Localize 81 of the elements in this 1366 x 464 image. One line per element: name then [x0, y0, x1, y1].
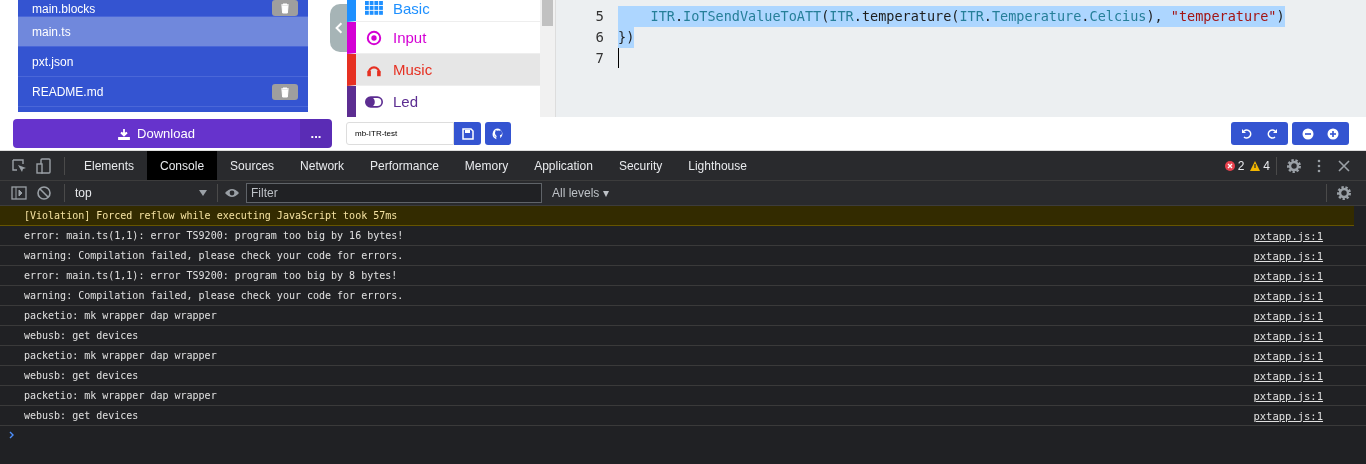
github-icon — [492, 127, 504, 140]
file-item[interactable]: pxt.json — [18, 47, 308, 77]
devtools-tab[interactable]: Lighthouse — [675, 151, 760, 180]
file-name: main.blocks — [32, 2, 96, 16]
devtools-tab[interactable]: Network — [287, 151, 358, 180]
console-message: packetio: mk wrapper dap wrapper — [24, 310, 217, 321]
console-message: webusb: get devices — [24, 330, 139, 341]
console-message: error: main.ts(1,1): error TS9200: program too big by 8 bytes! — [24, 270, 398, 281]
category-label: Music — [393, 61, 433, 78]
console-message: packetio: mk wrapper dap wrapper — [24, 350, 217, 361]
source-link[interactable]: pxtapp.js:1 — [1253, 329, 1323, 342]
devtools-tab[interactable]: Memory — [451, 151, 522, 180]
zoom-out-icon[interactable] — [1302, 127, 1314, 140]
save-button[interactable] — [454, 122, 481, 145]
file-name: main.ts — [32, 24, 71, 39]
console-message: webusb: get devices — [24, 410, 139, 421]
toolbox-category[interactable]: Input — [347, 22, 540, 54]
source-link[interactable]: pxtapp.js:1 — [1253, 289, 1323, 302]
toggle-icon — [365, 93, 383, 110]
devtools-tab[interactable]: Console — [147, 151, 218, 180]
source-link[interactable]: pxtapp.js:1 — [1253, 229, 1323, 242]
file-item[interactable]: README.md — [18, 77, 308, 107]
devtools-tab[interactable]: Security — [605, 151, 676, 180]
category-label: Basic — [393, 0, 430, 17]
toolbox-category[interactable]: Music — [347, 54, 540, 86]
source-link[interactable]: pxtapp.js:1 — [1253, 349, 1323, 362]
caret-icon — [199, 190, 207, 196]
grid-icon — [365, 0, 383, 16]
clear-icon[interactable] — [36, 185, 52, 201]
redo-icon[interactable] — [1266, 127, 1278, 140]
more-button[interactable]: ... — [300, 119, 332, 148]
trash-icon[interactable] — [272, 83, 298, 100]
warning-count: 4 — [1263, 158, 1270, 173]
project-name-field[interactable]: mb-ITR-test — [346, 122, 454, 145]
trash-icon[interactable] — [272, 0, 298, 16]
file-name: README.md — [32, 84, 104, 99]
category-label: Led — [393, 93, 419, 110]
device-toggle-icon[interactable] — [36, 157, 52, 174]
save-icon — [461, 127, 474, 140]
error-icon — [1224, 160, 1235, 171]
source-link[interactable]: pxtapp.js:1 — [1253, 269, 1323, 282]
line-number: 6 — [594, 28, 605, 47]
console-message: error: main.ts(1,1): error TS9200: program too big by 16 bytes! — [24, 230, 404, 241]
file-name: pxt.json — [32, 54, 74, 69]
log-levels-dropdown[interactable]: All levels ▾ — [546, 185, 615, 201]
devtools-tab[interactable]: Performance — [357, 151, 452, 180]
violation-message: [Violation] Forced reflow while executing JavaScript took 57ms — [0, 206, 1354, 226]
source-link[interactable]: pxtapp.js:1 — [1253, 249, 1323, 262]
inspect-icon[interactable] — [11, 157, 27, 174]
error-count: 2 — [1237, 158, 1245, 173]
download-icon — [118, 127, 131, 140]
undo-icon[interactable] — [1241, 127, 1253, 140]
devtools-tab[interactable]: Sources — [217, 151, 288, 180]
prompt-icon[interactable] — [8, 430, 16, 440]
source-link[interactable]: pxtapp.js:1 — [1253, 309, 1323, 322]
chevron-left-icon — [334, 22, 343, 34]
console-message: warning: Compilation failed, please check your code for errors. — [24, 290, 404, 301]
filter-field[interactable]: Filter — [246, 183, 542, 203]
console-message: warning: Compilation failed, please check your code for errors. — [24, 250, 404, 261]
source-link[interactable]: pxtapp.js:1 — [1253, 369, 1323, 382]
code-editor[interactable]: 5 6 7 ITR.IoTSendValueToATT(ITR.temperature(ITR.Temperature.Celcius), "temperature") }) — [555, 0, 1366, 117]
context-dropdown[interactable]: top — [71, 186, 211, 200]
devtools-tab[interactable]: Application — [521, 151, 606, 180]
settings-icon[interactable] — [1336, 185, 1352, 201]
target-icon — [365, 29, 383, 46]
scrollbar[interactable] — [540, 0, 555, 117]
settings-icon[interactable] — [1286, 157, 1302, 174]
line-number: 7 — [594, 49, 605, 68]
warning-icon — [1250, 160, 1261, 171]
category-label: Input — [393, 29, 427, 46]
source-link[interactable]: pxtapp.js:1 — [1253, 389, 1323, 402]
line-number: 5 — [594, 7, 605, 26]
console-message: webusb: get devices — [24, 370, 139, 381]
devtools-tab[interactable]: Elements — [71, 151, 148, 180]
console-message: packetio: mk wrapper dap wrapper — [24, 390, 217, 401]
close-icon[interactable] — [1336, 157, 1352, 174]
sidebar-toggle-icon[interactable] — [11, 185, 27, 201]
github-button[interactable] — [485, 122, 511, 145]
download-button[interactable]: Download — [13, 119, 300, 148]
source-link[interactable]: pxtapp.js:1 — [1253, 409, 1323, 422]
zoom-in-icon[interactable] — [1327, 127, 1339, 140]
